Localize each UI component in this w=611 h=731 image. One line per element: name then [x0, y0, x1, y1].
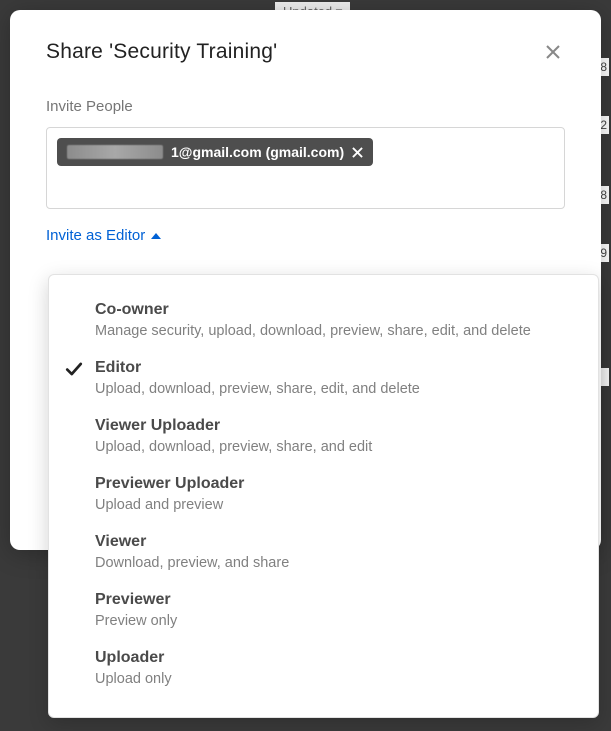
invite-as-label: Invite as Editor [46, 227, 145, 244]
invite-as-role-dropdown-trigger[interactable]: Invite as Editor [46, 227, 161, 244]
role-description: Manage security, upload, download, previ… [95, 323, 570, 339]
checkmark-icon [65, 360, 83, 378]
redacted-text [67, 145, 163, 159]
role-option-uploader[interactable]: Uploader Upload only [49, 641, 598, 699]
role-name: Viewer Uploader [95, 417, 570, 435]
modal-title: Share 'Security Training' [46, 40, 277, 64]
role-name: Editor [95, 359, 570, 377]
invitee-chip: 1@gmail.com (gmail.com) [57, 138, 373, 166]
remove-invitee-button[interactable] [352, 147, 363, 158]
invite-people-label: Invite People [46, 98, 565, 115]
role-option-viewer[interactable]: Viewer Download, preview, and share [49, 525, 598, 583]
role-description: Download, preview, and share [95, 555, 570, 571]
modal-header: Share 'Security Training' [46, 40, 565, 64]
role-name: Previewer [95, 591, 570, 609]
role-option-previewer[interactable]: Previewer Preview only [49, 583, 598, 641]
role-option-editor[interactable]: Editor Upload, download, preview, share, … [49, 351, 598, 409]
role-name: Uploader [95, 649, 570, 667]
role-name: Previewer Uploader [95, 475, 570, 493]
role-name: Viewer [95, 533, 570, 551]
role-description: Upload, download, preview, share, and ed… [95, 439, 570, 455]
role-option-previewer-uploader[interactable]: Previewer Uploader Upload and preview [49, 467, 598, 525]
close-icon [352, 146, 363, 161]
role-description: Upload, download, preview, share, edit, … [95, 381, 570, 397]
role-description: Upload only [95, 671, 570, 687]
role-option-co-owner[interactable]: Co-owner Manage security, upload, downloa… [49, 293, 598, 351]
caret-up-icon [151, 233, 161, 239]
role-dropdown-menu: Co-owner Manage security, upload, downloa… [48, 274, 599, 718]
role-description: Preview only [95, 613, 570, 629]
role-description: Upload and preview [95, 497, 570, 513]
role-name: Co-owner [95, 301, 570, 319]
invitees-input[interactable]: 1@gmail.com (gmail.com) [46, 127, 565, 209]
chip-email-text: 1@gmail.com (gmail.com) [171, 144, 344, 160]
role-option-viewer-uploader[interactable]: Viewer Uploader Upload, download, preview… [49, 409, 598, 467]
close-icon [545, 48, 561, 63]
close-button[interactable] [541, 40, 565, 64]
